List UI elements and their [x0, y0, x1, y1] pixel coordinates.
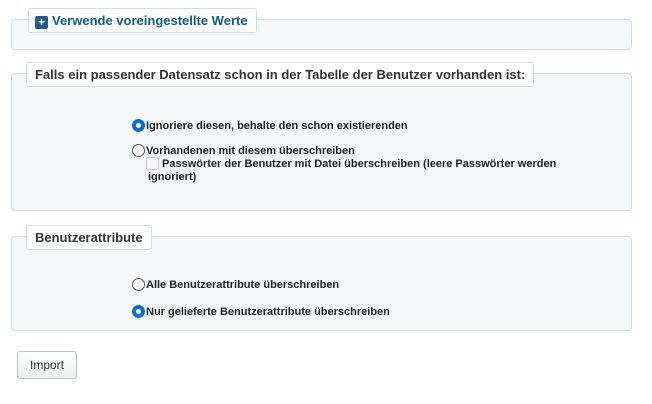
attributes-fieldset: Benutzerattribute Alle Benutzerattribute… — [11, 225, 632, 331]
option-overwrite-all-label: Alle Benutzerattribute überschreiben — [146, 279, 340, 291]
option-ignore-label: Ignoriere diesen, behalte den schon exis… — [146, 120, 408, 132]
import-button[interactable]: Import — [17, 351, 77, 379]
overwrite-passwords-checkbox[interactable] — [146, 157, 159, 170]
option-overwrite-label: Vorhandenen mit diesem überschreiben — [146, 145, 355, 157]
radio-overwrite-all[interactable] — [132, 278, 145, 291]
option-overwrite[interactable]: Vorhandenen mit diesem überschreiben — [132, 144, 355, 158]
option-overwrite-all-attributes[interactable]: Alle Benutzerattribute überschreiben — [132, 278, 339, 292]
option-overwrite-supplied-attributes[interactable]: Nur gelieferte Benutzerattribute übersch… — [132, 305, 390, 319]
attributes-legend: Benutzerattribute — [26, 225, 152, 250]
defaults-fieldset: + Verwende voreingestellte Werte — [11, 8, 632, 50]
radio-overwrite[interactable] — [132, 144, 145, 157]
duplicate-fieldset: Falls ein passender Datensatz schon in d… — [11, 62, 632, 211]
option-overwrite-supplied-label: Nur gelieferte Benutzerattribute übersch… — [146, 306, 390, 318]
radio-ignore[interactable] — [132, 119, 145, 132]
overwrite-passwords-label-1: Passwörter der Benutzer mit Datei übersc… — [162, 158, 557, 170]
defaults-legend-label: Verwende voreingestellte Werte — [52, 13, 248, 28]
plus-square-icon: + — [35, 16, 48, 29]
overwrite-passwords-option[interactable]: Passwörter der Benutzer mit Datei übersc… — [133, 157, 556, 171]
radio-overwrite-supplied[interactable] — [132, 305, 145, 318]
overwrite-passwords-label-2: ignoriert) — [148, 171, 197, 183]
option-ignore[interactable]: Ignoriere diesen, behalte den schon exis… — [132, 119, 408, 133]
duplicate-legend: Falls ein passender Datensatz schon in d… — [26, 62, 535, 87]
defaults-legend-toggle[interactable]: + Verwende voreingestellte Werte — [28, 8, 257, 33]
